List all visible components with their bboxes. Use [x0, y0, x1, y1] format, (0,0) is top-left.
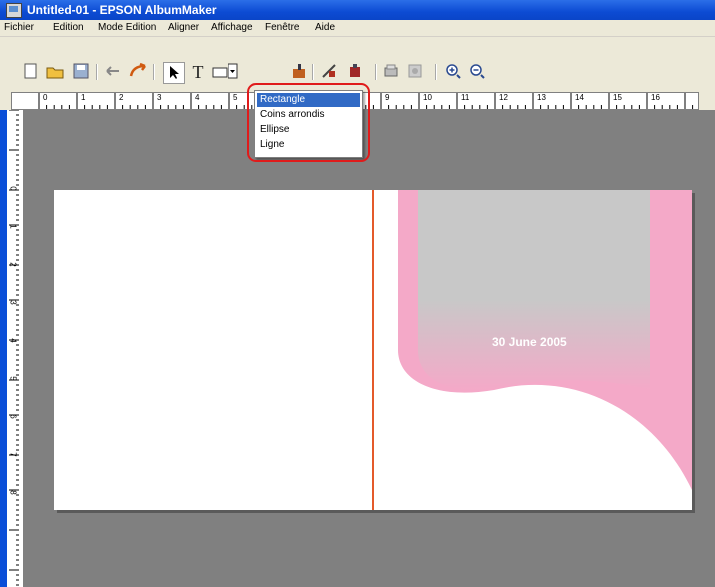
ruler-label: 1 — [81, 93, 86, 102]
ruler-label: 0 — [8, 186, 18, 191]
ruler-label: 3 — [157, 93, 162, 102]
save-icon[interactable] — [71, 62, 91, 82]
ruler-label: 7 — [8, 452, 18, 457]
open-icon[interactable] — [45, 62, 65, 82]
ruler-label: 15 — [613, 93, 622, 102]
menu-edition[interactable]: Edition — [53, 22, 84, 33]
print-icon[interactable] — [381, 62, 401, 82]
layout-icon[interactable] — [405, 62, 425, 82]
ruler-label: 3 — [8, 300, 18, 305]
ruler-label: 11 — [461, 93, 470, 102]
ruler-label: 0 — [43, 93, 48, 102]
ruler-label: 10 — [423, 93, 432, 102]
ruler-label: 6 — [8, 414, 18, 419]
new-icon[interactable] — [21, 62, 41, 82]
ruler-label: 4 — [195, 93, 200, 102]
ruler-label: 8 — [8, 490, 18, 495]
menu-aide[interactable]: Aide — [315, 22, 335, 33]
menu-fenetre[interactable]: Fenêtre — [265, 22, 299, 33]
menu-affichage[interactable]: Affichage — [211, 22, 253, 33]
ruler-label: 14 — [575, 93, 584, 102]
ruler-label: 13 — [537, 93, 546, 102]
vertical-ruler: 0 1 2 3 4 5 6 7 8 — [7, 110, 24, 587]
text-tool-icon[interactable]: T — [188, 62, 208, 82]
toolbar-separator — [153, 64, 155, 80]
ruler-label: 1 — [8, 224, 18, 229]
effects-icon[interactable] — [345, 62, 365, 82]
zoom-in-icon[interactable] — [443, 62, 463, 82]
app-icon — [6, 3, 22, 18]
date-text[interactable]: 30 June 2005 — [492, 335, 567, 349]
toolbar-separator — [375, 64, 377, 80]
window-title: Untitled-01 - EPSON AlbumMaker — [27, 3, 217, 17]
app-window: Untitled-01 - EPSON AlbumMaker Fichier E… — [0, 0, 715, 587]
select-arrow-icon[interactable] — [163, 62, 185, 84]
title-bar: Untitled-01 - EPSON AlbumMaker — [0, 0, 715, 20]
zoom-out-icon[interactable] — [467, 62, 487, 82]
redo-icon[interactable] — [128, 62, 148, 82]
toolbar-separator — [96, 64, 98, 80]
callout-highlight-ring — [247, 83, 370, 162]
menu-fichier[interactable]: Fichier — [4, 22, 34, 33]
crop-icon[interactable] — [319, 62, 339, 82]
ruler-label: 12 — [499, 93, 508, 102]
menu-aligner[interactable]: Aligner — [168, 22, 199, 33]
ruler-label: 5 — [233, 93, 238, 102]
ruler-label: 4 — [8, 338, 18, 343]
menu-bar: Fichier Edition Mode Edition Aligner Aff… — [0, 20, 715, 37]
photo-frame-placeholder — [418, 190, 650, 390]
ruler-label: 2 — [119, 93, 124, 102]
ruler-label: 16 — [651, 93, 660, 102]
menu-mode-edition[interactable]: Mode Edition — [98, 22, 156, 33]
shape-dropdown-arrow-icon[interactable] — [227, 62, 238, 82]
ruler-label: 5 — [8, 376, 18, 381]
ruler-label: 9 — [385, 93, 390, 102]
ruler-label: 2 — [8, 262, 18, 267]
undo-icon[interactable] — [104, 62, 124, 82]
image-tool-icon[interactable] — [289, 62, 309, 82]
page-fold-line — [372, 190, 374, 510]
toolbar-separator — [435, 64, 437, 80]
toolbar-separator — [312, 64, 314, 80]
window-left-edge — [0, 110, 7, 587]
